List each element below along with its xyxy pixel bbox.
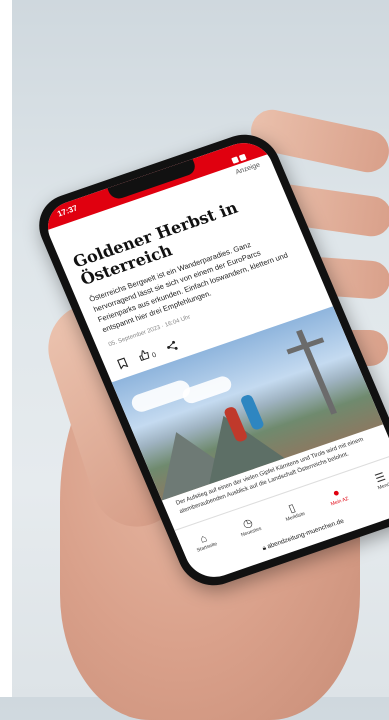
summit-cross bbox=[296, 329, 337, 415]
thumbs-up-icon bbox=[139, 350, 150, 362]
like-button[interactable]: 0 bbox=[137, 346, 158, 363]
bookmark-icon[interactable] bbox=[115, 356, 130, 370]
status-time: 17:37 bbox=[55, 203, 79, 219]
share-icon[interactable] bbox=[164, 340, 179, 354]
cloud bbox=[180, 374, 234, 406]
background-strip bbox=[0, 0, 12, 697]
like-count: 0 bbox=[151, 351, 158, 360]
signal-battery-icon bbox=[227, 145, 253, 164]
